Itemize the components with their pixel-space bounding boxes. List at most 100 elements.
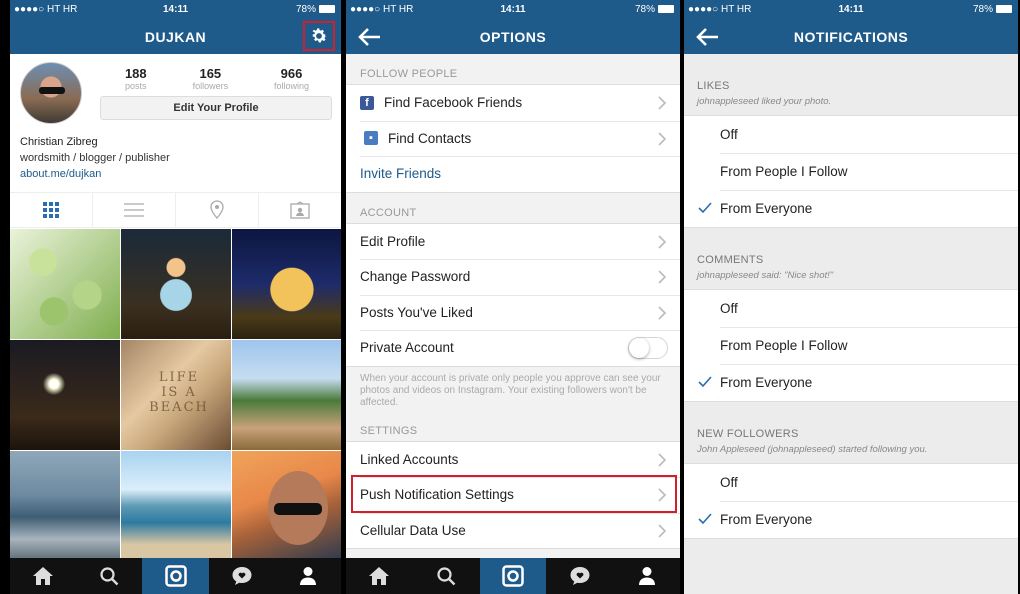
option-label: From Everyone — [720, 375, 813, 390]
stat-posts-label: posts — [125, 81, 147, 91]
options-title: OPTIONS — [479, 29, 547, 45]
options-navbar: OPTIONS — [346, 20, 680, 54]
comments-option-off[interactable]: Off — [684, 290, 1018, 327]
likes-option-people-i-follow[interactable]: From People I Follow — [684, 153, 1018, 190]
profile-navbar: DUJKAN — [10, 20, 341, 54]
edit-profile-row[interactable]: Edit Profile — [346, 223, 680, 259]
tab-home[interactable] — [346, 558, 413, 594]
checkmark-icon — [698, 513, 712, 525]
clock: 14:11 — [838, 4, 864, 15]
photo-thumbnail[interactable] — [10, 340, 120, 450]
activity-icon — [232, 567, 252, 585]
comments-option-people-i-follow[interactable]: From People I Follow — [684, 327, 1018, 364]
photo-thumbnail[interactable] — [121, 229, 231, 339]
option-label: From Everyone — [720, 201, 813, 216]
tab-camera[interactable] — [479, 558, 547, 594]
comments-section-header: COMMENTS johnappleseed said: "Nice shot!… — [684, 228, 1018, 289]
stat-followers[interactable]: 165 followers — [193, 66, 229, 91]
clock: 14:11 — [500, 4, 526, 15]
tab-profile[interactable] — [275, 558, 341, 594]
checkmark-icon — [698, 202, 712, 214]
follow-people-group: f Find Facebook Friends ▪ Find Contacts … — [346, 84, 680, 193]
tagged-photos-icon — [290, 201, 310, 219]
search-icon — [100, 567, 119, 586]
tab-home[interactable] — [10, 558, 76, 594]
battery-percent: 78% — [634, 4, 655, 15]
notifications-navbar: NOTIFICATIONS — [684, 20, 1018, 54]
push-notification-settings-row[interactable]: Push Notification Settings — [346, 477, 680, 513]
option-label: Off — [720, 301, 738, 316]
change-password-row[interactable]: Change Password — [346, 259, 680, 295]
options-screen: ●●●●○ HT HR 14:11 78% OPTIONS FOLLOW PEO… — [346, 0, 680, 594]
photo-thumbnail[interactable] — [121, 451, 231, 561]
clock: 14:11 — [162, 4, 189, 15]
facebook-icon: f — [360, 95, 374, 110]
likes-title: LIKES — [697, 80, 730, 92]
edit-profile-label: Edit Profile — [360, 233, 426, 249]
photo-thumbnail[interactable]: LIFE IS A BEACH — [121, 340, 231, 450]
stat-followers-count: 165 — [199, 66, 222, 81]
tab-activity[interactable] — [209, 558, 275, 594]
option-label: Off — [720, 475, 738, 490]
photo-thumbnail[interactable] — [232, 340, 341, 450]
linked-accounts-row[interactable]: Linked Accounts — [346, 441, 680, 477]
tab-tagged-photos[interactable] — [259, 193, 341, 227]
toggle-knob — [629, 338, 649, 358]
tab-search[interactable] — [413, 558, 480, 594]
profile-icon — [638, 567, 655, 585]
photo-thumbnail[interactable] — [232, 229, 341, 339]
photo-thumbnail[interactable] — [232, 451, 341, 561]
option-label: From Everyone — [720, 512, 813, 527]
likes-option-off[interactable]: Off — [684, 116, 1018, 153]
new-followers-section-header: NEW FOLLOWERS John Appleseed (johnapples… — [684, 402, 1018, 463]
stat-posts-count: 188 — [124, 66, 147, 81]
settings-group: Linked Accounts Push Notification Settin… — [346, 440, 680, 549]
photo-thumbnail[interactable] — [10, 451, 120, 561]
chevron-right-icon — [658, 96, 667, 110]
find-facebook-friends-label: Find Facebook Friends — [384, 95, 523, 111]
likes-option-everyone[interactable]: From Everyone — [684, 190, 1018, 227]
home-icon — [33, 567, 54, 585]
chevron-right-icon — [658, 131, 667, 146]
home-icon — [369, 567, 390, 585]
stat-posts[interactable]: 188 posts — [125, 66, 147, 91]
chevron-right-icon — [658, 488, 667, 502]
comments-options: Off From People I Follow From Everyone — [684, 289, 1018, 402]
photo-sunglasses — [274, 503, 322, 515]
status-bar: ●●●●○ HT HR 14:11 78% — [346, 0, 680, 20]
comments-description: johnappleseed said: "Nice shot!" — [697, 270, 834, 281]
edit-profile-button[interactable]: Edit Your Profile — [100, 96, 332, 120]
photo-thumbnail[interactable] — [10, 229, 120, 339]
stat-following[interactable]: 966 following — [274, 66, 309, 91]
tab-camera[interactable] — [142, 558, 209, 594]
settings-button[interactable] — [303, 21, 335, 51]
private-account-toggle[interactable] — [628, 337, 668, 359]
tab-list-view[interactable] — [93, 193, 176, 227]
tab-activity[interactable] — [546, 558, 613, 594]
bio-name: Christian Zibreg — [20, 136, 98, 148]
invite-friends-row[interactable]: Invite Friends — [346, 156, 680, 192]
tab-grid-view[interactable] — [10, 193, 93, 227]
tab-photo-map[interactable] — [176, 193, 259, 227]
contacts-icon: ▪ — [364, 131, 378, 146]
find-contacts-row[interactable]: ▪ Find Contacts — [346, 120, 680, 156]
new-followers-option-off[interactable]: Off — [684, 464, 1018, 501]
section-header-settings: SETTINGS — [360, 424, 418, 437]
tab-profile[interactable] — [613, 558, 680, 594]
find-facebook-friends-row[interactable]: f Find Facebook Friends — [346, 85, 680, 121]
chevron-right-icon — [658, 270, 667, 284]
avatar[interactable] — [20, 62, 82, 124]
cellular-data-use-row[interactable]: Cellular Data Use — [346, 512, 680, 548]
profile-header: 188 posts 165 followers 966 following Edit … — [10, 54, 341, 134]
tab-search[interactable] — [76, 558, 142, 594]
posts-liked-row[interactable]: Posts You've Liked — [346, 294, 680, 330]
option-label: Off — [720, 127, 738, 142]
photo-grid: LIFE IS A BEACH — [10, 229, 341, 561]
comments-option-everyone[interactable]: From Everyone — [684, 364, 1018, 401]
linked-accounts-label: Linked Accounts — [360, 451, 459, 467]
push-notification-settings-label: Push Notification Settings — [360, 487, 514, 503]
bio-link[interactable]: about.me/dujkan — [20, 166, 331, 182]
new-followers-option-everyone[interactable]: From Everyone — [684, 501, 1018, 538]
profile-username-title: DUJKAN — [144, 29, 207, 45]
gear-icon — [312, 28, 327, 43]
